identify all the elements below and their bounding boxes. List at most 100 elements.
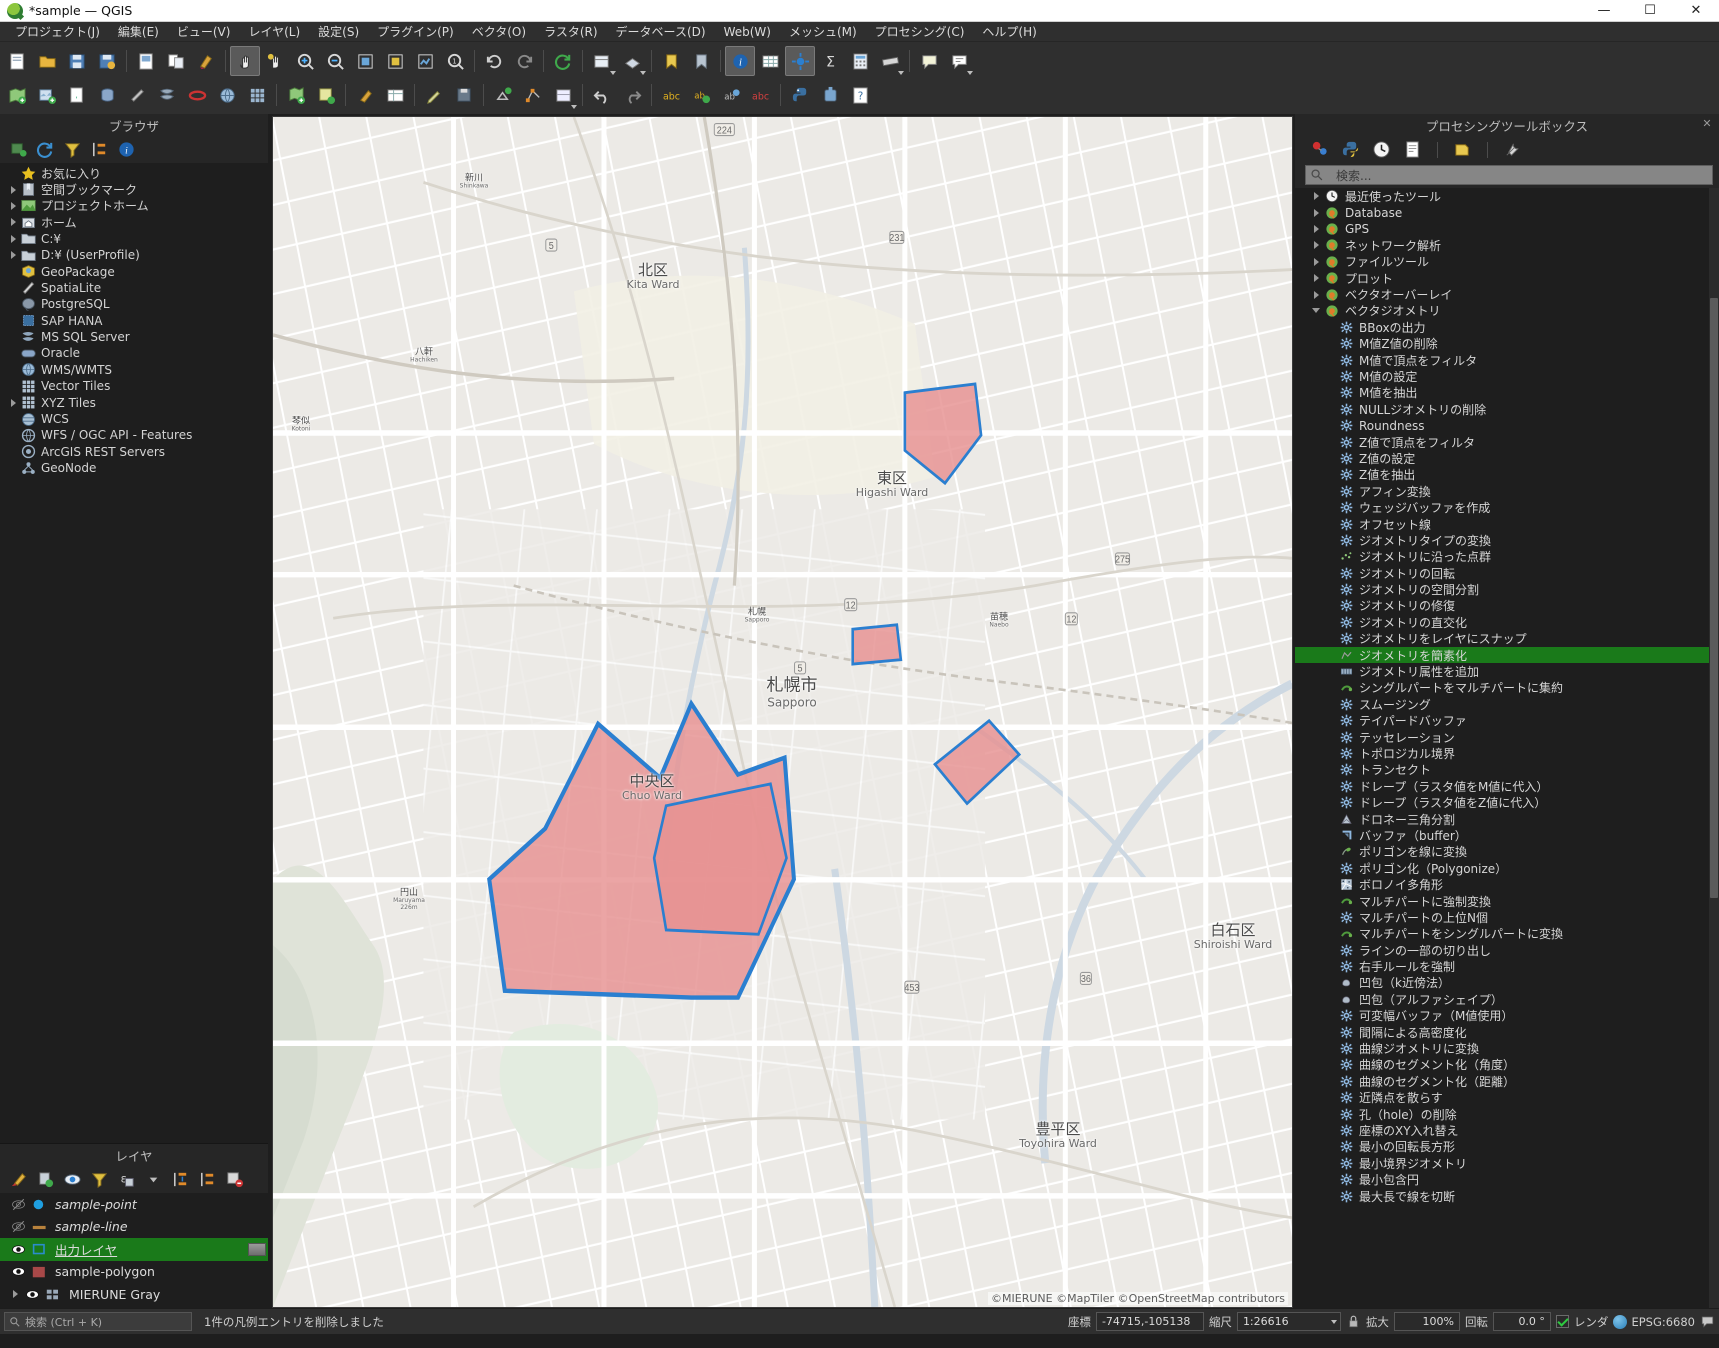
processing-item-9[interactable]: M値Z値の削除 [1295, 336, 1719, 352]
processing-item-6[interactable]: ベクタオーバーレイ [1295, 286, 1719, 302]
expand-all-icon[interactable] [170, 1169, 191, 1190]
menu-item-6[interactable]: ベクタ(O) [463, 21, 535, 42]
layout-manager-button[interactable] [161, 46, 191, 76]
browser-item-0[interactable]: お気に入り [0, 165, 268, 181]
processing-item-30[interactable]: シングルパートをマルチパートに集約 [1295, 680, 1719, 696]
browser-item-11[interactable]: Oracle [0, 345, 268, 361]
options-icon[interactable] [1502, 139, 1523, 160]
menu-item-3[interactable]: レイヤ(L) [239, 21, 309, 42]
processing-item-50[interactable]: 可変幅バッファ（M値使用） [1295, 1008, 1719, 1024]
expand-arrow-icon[interactable] [6, 248, 20, 262]
browser-item-13[interactable]: Vector Tiles [0, 378, 268, 394]
processing-item-38[interactable]: ドロネー三角分割 [1295, 811, 1719, 827]
processing-item-32[interactable]: テイパードバッファ [1295, 713, 1719, 729]
processing-item-45[interactable]: マルチパートをシングルパートに変換 [1295, 926, 1719, 942]
close-button[interactable]: ✕ [1673, 0, 1719, 22]
expand-arrow-icon[interactable] [6, 396, 20, 410]
menu-item-12[interactable]: ヘルプ(H) [973, 21, 1045, 42]
layer-row-1[interactable]: sample-line [0, 1216, 268, 1239]
browser-item-8[interactable]: PostgreSQL [0, 296, 268, 312]
add-selected-layers-icon[interactable] [8, 139, 29, 160]
menu-item-0[interactable]: プロジェクト(J) [6, 21, 109, 42]
maximize-button[interactable]: ☐ [1627, 0, 1673, 22]
menu-item-5[interactable]: プラグイン(P) [368, 21, 463, 42]
processing-item-8[interactable]: BBoxの出力 [1295, 319, 1719, 335]
browser-item-4[interactable]: C:¥ [0, 231, 268, 247]
remove-layer-icon[interactable] [224, 1169, 245, 1190]
zoom-in-button[interactable] [290, 46, 320, 76]
browser-item-3[interactable]: ホーム [0, 214, 268, 230]
layer-visibility-icon[interactable] [22, 1286, 42, 1302]
add-spatialite-layer-button[interactable] [122, 80, 152, 110]
menu-item-1[interactable]: 編集(E) [109, 21, 168, 42]
layers-list[interactable]: sample-point sample-line 出力レイヤ sample-polyg… [0, 1193, 268, 1308]
layer-visibility-icon[interactable] [8, 1264, 28, 1280]
plugin-manager-button[interactable] [815, 80, 845, 110]
processing-item-36[interactable]: ドレープ（ラスタ値をM値に代入） [1295, 778, 1719, 794]
browser-item-17[interactable]: ArcGIS REST Servers [0, 444, 268, 460]
processing-search-input[interactable]: 検索... [1305, 165, 1713, 185]
browser-item-14[interactable]: XYZ Tiles [0, 394, 268, 410]
expand-arrow-icon[interactable] [1309, 255, 1323, 269]
processing-item-24[interactable]: ジオメトリの空間分割 [1295, 581, 1719, 597]
minimize-button[interactable]: — [1581, 0, 1627, 22]
processing-item-22[interactable]: ジオメトリに沿った点群 [1295, 549, 1719, 565]
browser-item-1[interactable]: 空間ブックマーク [0, 181, 268, 197]
expand-arrow-icon[interactable] [1309, 238, 1323, 252]
processing-item-14[interactable]: Roundness [1295, 417, 1719, 433]
processing-tree[interactable]: 最近使ったツール Database GPS ネットワーク解析 ファイルツール プロット ベク… [1295, 188, 1719, 1308]
processing-item-0[interactable]: 最近使ったツール [1295, 188, 1719, 204]
map-tips-button[interactable] [914, 46, 944, 76]
show-hide-labels-button[interactable]: ab [716, 80, 746, 110]
processing-item-43[interactable]: マルチパートに強制変換 [1295, 893, 1719, 909]
menu-item-10[interactable]: メッシュ(M) [780, 21, 866, 42]
processing-item-40[interactable]: ポリゴンを線に変換 [1295, 844, 1719, 860]
zoom-selection-button[interactable] [380, 46, 410, 76]
filter-icon[interactable] [62, 139, 83, 160]
filter-dropdown-icon[interactable] [143, 1169, 164, 1190]
add-vector-layer-button[interactable] [2, 80, 32, 110]
expand-arrow-icon[interactable] [1309, 189, 1323, 203]
redo-button[interactable] [617, 80, 647, 110]
menu-item-7[interactable]: ラスタ(R) [535, 21, 606, 42]
zoom-full-button[interactable] [350, 46, 380, 76]
processing-item-42[interactable]: ボロノイ多角形 [1295, 876, 1719, 892]
zoom-out-button[interactable] [320, 46, 350, 76]
label-abc-button[interactable]: abc [656, 80, 686, 110]
browser-item-5[interactable]: D:¥ (UserProfile) [0, 247, 268, 263]
new-bookmark-button[interactable] [686, 46, 716, 76]
browser-item-2[interactable]: プロジェクトホーム [0, 198, 268, 214]
expand-arrow-icon[interactable] [1309, 271, 1323, 285]
processing-item-10[interactable]: M値で頂点をフィルタ [1295, 352, 1719, 368]
results-icon[interactable] [1402, 139, 1423, 160]
new-shapefile-layer-button[interactable] [281, 80, 311, 110]
processing-item-44[interactable]: マルチパートの上位N個 [1295, 909, 1719, 925]
browser-item-7[interactable]: SpatiaLite [0, 280, 268, 296]
zoom-last-button[interactable] [479, 46, 509, 76]
map-canvas[interactable]: 224 5 231 5 12 275 12 453 36 北区 Kita Ward… [272, 116, 1293, 1308]
processing-item-53[interactable]: 曲線のセグメント化（角度） [1295, 1057, 1719, 1073]
open-layer-styling-panel-icon[interactable] [8, 1169, 29, 1190]
processing-item-17[interactable]: Z値を抽出 [1295, 467, 1719, 483]
refresh-icon[interactable] [35, 139, 56, 160]
browser-item-18[interactable]: GeoNode [0, 460, 268, 476]
magnifier-value[interactable]: 100% [1393, 1312, 1460, 1331]
add-oracle-layer-button[interactable] [182, 80, 212, 110]
add-vector-tile-layer-button[interactable] [242, 80, 272, 110]
info-icon[interactable]: i [116, 139, 137, 160]
text-annotation-button[interactable] [944, 46, 974, 76]
layer-labeling-options-button[interactable]: ab [686, 80, 716, 110]
measure-button[interactable] [875, 46, 905, 76]
expand-arrow-icon[interactable] [8, 1287, 22, 1301]
pan-to-selection-button[interactable] [260, 46, 290, 76]
edit-model-icon[interactable] [1452, 139, 1473, 160]
processing-item-60[interactable]: 最小包含円 [1295, 1171, 1719, 1187]
crs-status[interactable]: EPSG:6680 [1613, 1314, 1695, 1329]
processing-item-21[interactable]: ジオメトリタイプの変換 [1295, 532, 1719, 548]
lock-scale-icon[interactable] [1346, 1314, 1361, 1329]
filter-legend-icon[interactable] [89, 1169, 110, 1190]
processing-item-3[interactable]: ネットワーク解析 [1295, 237, 1719, 253]
browser-item-16[interactable]: WFS / OGC API - Features [0, 427, 268, 443]
browser-item-6[interactable]: GeoPackage [0, 263, 268, 279]
processing-item-11[interactable]: M値の設定 [1295, 368, 1719, 384]
